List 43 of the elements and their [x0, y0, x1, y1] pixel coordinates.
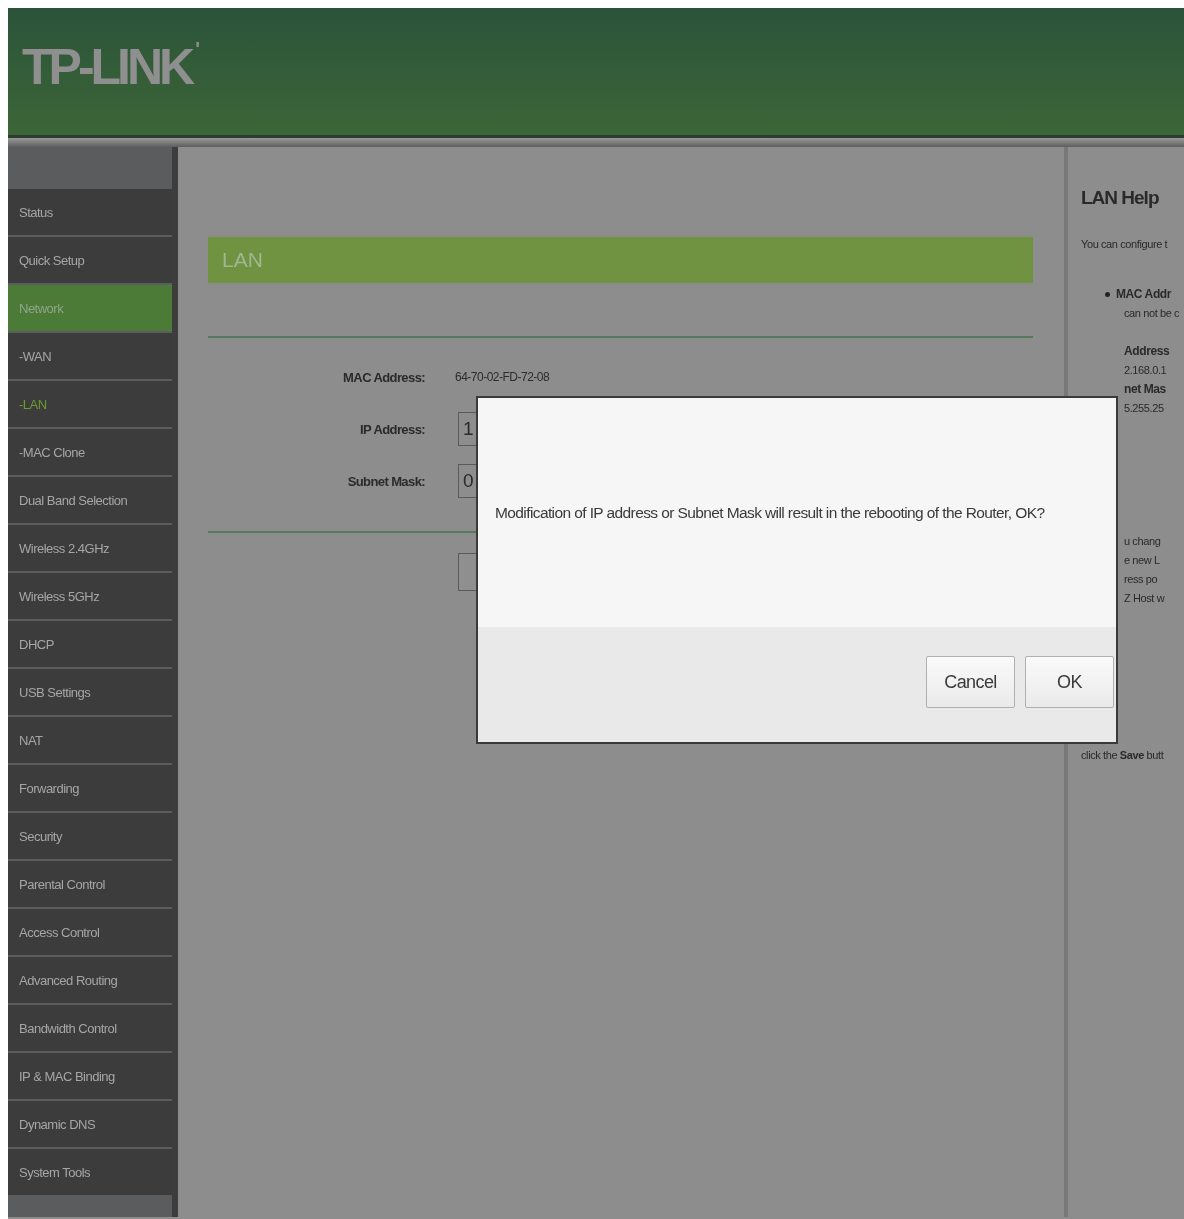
sidebar-item[interactable]: Wireless 2.4GHz: [8, 525, 172, 571]
dialog-message: Modification of IP address or Subnet Mask will result in the rebooting of the Router, OK?: [495, 503, 1045, 522]
help-text: Z Host w: [1123, 591, 1166, 606]
sidebar-item[interactable]: Security: [8, 813, 172, 859]
help-text: e new L: [1123, 553, 1161, 568]
field-label: Subnet Mask:: [346, 473, 425, 489]
sidebar-item[interactable]: Wireless 5GHz: [8, 573, 172, 619]
sidebar-item[interactable]: Dual Band Selection: [8, 477, 172, 523]
sidebar-item[interactable]: Advanced Routing: [8, 957, 172, 1003]
help-text: ress po: [1123, 572, 1159, 587]
bullet-icon: [1105, 292, 1110, 297]
help-text: MAC Addr: [1116, 286, 1171, 303]
sidebar-item[interactable]: Forwarding: [8, 765, 172, 811]
ok-button[interactable]: OK: [1025, 656, 1114, 708]
sidebar-item[interactable]: DHCP: [8, 621, 172, 667]
sidebar-item[interactable]: -MAC Clone: [8, 429, 172, 475]
help-text: You can configure t: [1081, 237, 1169, 252]
logo: TP-LINK': [22, 37, 200, 96]
field-label: IP Address:: [359, 421, 425, 437]
help-title: LAN Help: [1081, 187, 1160, 209]
help-text: u chang: [1123, 534, 1162, 549]
help-text: click the Save butt: [1081, 748, 1165, 763]
sidebar-item[interactable]: Dynamic DNS: [8, 1101, 172, 1147]
sidebar-item[interactable]: NAT: [8, 717, 172, 763]
help-text: Address: [1123, 343, 1171, 360]
sidebar-item[interactable]: Bandwidth Control: [8, 1005, 172, 1051]
help-text: can not be c: [1123, 306, 1181, 321]
cancel-button[interactable]: Cancel: [926, 656, 1015, 708]
sidebar-item[interactable]: -LAN: [8, 381, 172, 427]
help-text: net Mas: [1123, 381, 1167, 398]
field-label: MAC Address:: [342, 369, 425, 385]
sidebar-item[interactable]: Status: [8, 189, 172, 235]
sidebar-item[interactable]: -WAN: [8, 333, 172, 379]
sidebar-item[interactable]: Parental Control: [8, 861, 172, 907]
sidebar-item[interactable]: USB Settings: [8, 669, 172, 715]
help-text: 2.168.0.1: [1123, 363, 1168, 378]
help-text: 5.255.25: [1123, 401, 1165, 416]
sidebar-item[interactable]: Access Control: [8, 909, 172, 955]
sidebar-item[interactable]: System Tools: [8, 1149, 172, 1195]
section-title: LAN: [208, 237, 1033, 283]
field-value: 64-70-02-FD-72-08: [455, 370, 550, 384]
sidebar-item[interactable]: IP & MAC Binding: [8, 1053, 172, 1099]
sidebar-item[interactable]: Quick Setup: [8, 237, 172, 283]
